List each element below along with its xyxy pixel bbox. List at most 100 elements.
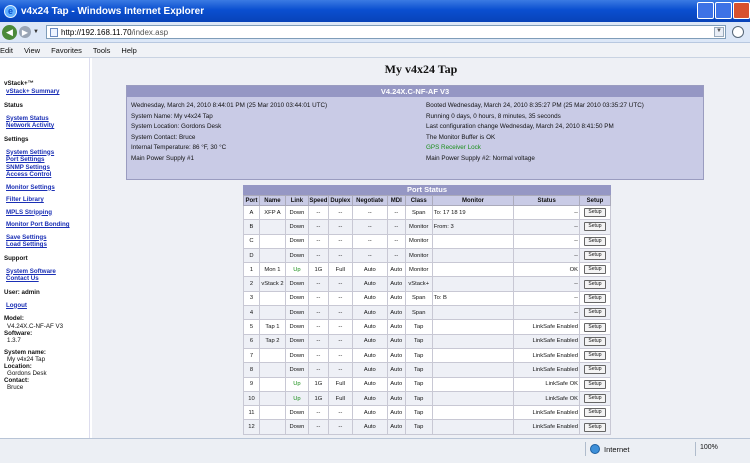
setup-button[interactable]: Setup xyxy=(583,251,606,261)
power-supply-1: Main Power Supply #1 xyxy=(131,154,195,162)
logout-link[interactable]: Logout xyxy=(6,302,89,310)
address-dropdown-icon[interactable]: ▼ xyxy=(714,27,724,37)
system-name: System Name: My v4x24 Tap xyxy=(131,112,213,120)
setup-button[interactable]: Setup xyxy=(583,408,606,418)
table-cell: 1G xyxy=(307,390,329,407)
address-input[interactable]: http://192.168.11.70/index.asp ▼ xyxy=(46,25,726,39)
table-cell: D xyxy=(243,247,260,264)
history-dropdown-icon[interactable]: ▼ xyxy=(33,29,39,35)
port-status-panel: Port Status Port Name Link Speed Duplex Negot… xyxy=(243,185,612,435)
sidebar-link-system-settings[interactable]: System Settings xyxy=(6,149,89,157)
table-cell: Monitor xyxy=(404,233,433,249)
sidebar-link-access-control[interactable]: Access Control xyxy=(6,171,89,179)
sidebar-link-monitor-settings[interactable]: Monitor Settings xyxy=(6,184,89,192)
setup-cell: Setup xyxy=(578,333,612,349)
software-value: 1.3.7 xyxy=(7,337,21,344)
globe-icon xyxy=(590,444,600,454)
search-icon[interactable] xyxy=(732,26,744,38)
setup-button[interactable]: Setup xyxy=(583,236,606,246)
support-heading: Support xyxy=(4,254,28,262)
setup-cell: Setup xyxy=(578,247,612,264)
table-cell: 2 xyxy=(243,276,260,292)
forward-arrow-icon[interactable]: ▶ xyxy=(19,26,31,38)
setup-cell: Setup xyxy=(578,305,612,321)
setup-button[interactable]: Setup xyxy=(583,279,606,289)
ie-logo-icon: e xyxy=(4,4,17,18)
setup-button[interactable]: Setup xyxy=(583,308,606,318)
table-row: 6 Tap 2 Down -- -- Auto Auto Tap LinkSafe Enable… xyxy=(243,333,612,349)
setup-button[interactable]: Setup xyxy=(583,422,606,432)
setup-button[interactable]: Setup xyxy=(583,322,606,332)
sidebar-link-contact-us[interactable]: Contact Us xyxy=(6,275,89,283)
column-header: Link xyxy=(284,195,309,206)
setup-button[interactable]: Setup xyxy=(583,265,606,275)
maximize-button[interactable] xyxy=(715,2,732,19)
sidebar-link-summary[interactable]: vStack+ Summary xyxy=(6,88,89,96)
contact-value: Bruce xyxy=(7,384,24,391)
column-header: Setup xyxy=(578,195,612,206)
table-cell: Span xyxy=(404,290,433,307)
address-toolbar: ◀ ▶ ▼ http://192.168.11.70/index.asp ▼ xyxy=(0,22,750,43)
status-bar: Internet 100% xyxy=(0,438,750,463)
column-header: Monitor xyxy=(431,195,515,206)
sidebar-link-snmp-settings[interactable]: SNMP Settings xyxy=(6,164,89,172)
setup-button[interactable]: Setup xyxy=(583,394,606,403)
table-row: 3 Down -- -- Auto Auto Span To: B -- Setup xyxy=(243,290,612,307)
table-cell: -- xyxy=(307,333,329,349)
setup-button[interactable]: Setup xyxy=(583,365,606,375)
column-header: Duplex xyxy=(327,195,353,206)
setup-button[interactable]: Setup xyxy=(583,293,606,303)
sidebar-link-system-software[interactable]: System Software xyxy=(6,268,89,276)
table-cell: Tap xyxy=(404,362,433,378)
setup-button[interactable]: Setup xyxy=(583,379,606,389)
table-cell: A xyxy=(243,204,260,221)
table-cell: -- xyxy=(307,219,329,235)
menu-help[interactable]: Help xyxy=(121,46,136,55)
table-cell: Down xyxy=(284,405,309,421)
sidebar-link-load-settings[interactable]: Load Settings xyxy=(6,241,89,249)
table-cell: Monitor xyxy=(404,247,433,264)
minimize-button[interactable] xyxy=(697,2,714,19)
menu-edit[interactable]: Edit xyxy=(0,46,13,55)
zoom-level[interactable]: 100% xyxy=(700,444,718,451)
sidebar-link-port-bonding[interactable]: Monitor Port Bonding xyxy=(6,221,89,229)
uptime: Running 0 days, 0 hours, 8 minutes, 35 s… xyxy=(426,112,561,120)
table-cell: Auto xyxy=(351,362,388,378)
setup-button[interactable]: Setup xyxy=(583,336,606,346)
table-cell: Down xyxy=(284,333,309,349)
column-header: Name xyxy=(258,195,286,206)
sidebar-link-mpls-stripping[interactable]: MPLS Stripping xyxy=(6,209,89,217)
menu-favorites[interactable]: Favorites xyxy=(51,46,82,55)
sidebar-link-network-activity[interactable]: Network Activity xyxy=(6,122,89,130)
menu-view[interactable]: View xyxy=(24,46,40,55)
system-info-left: Wednesday, March 24, 2010 8:44:01 PM (25… xyxy=(131,101,327,165)
table-cell xyxy=(258,305,286,321)
page-title: My v4x24 Tap xyxy=(384,62,458,76)
sidebar-link-system-status[interactable]: System Status xyxy=(6,115,89,123)
window-title: v4x24 Tap - Windows Internet Explorer xyxy=(21,5,205,17)
menu-tools[interactable]: Tools xyxy=(93,46,111,55)
table-cell: LinkSafe Enabled xyxy=(513,405,580,421)
table-cell xyxy=(431,347,515,364)
setup-button[interactable]: Setup xyxy=(583,208,606,218)
table-cell: LinkSafe OK xyxy=(513,390,580,407)
location-label: Location: xyxy=(4,363,32,370)
setup-button[interactable]: Setup xyxy=(583,222,606,232)
table-cell: Auto xyxy=(351,262,388,278)
table-cell: 6 xyxy=(243,333,260,349)
close-button[interactable] xyxy=(733,2,750,19)
sidebar-link-port-settings[interactable]: Port Settings xyxy=(6,156,89,164)
table-cell: -- xyxy=(327,276,353,292)
table-cell: -- xyxy=(307,319,329,335)
back-arrow-icon[interactable]: ◀ xyxy=(2,24,17,40)
sidebar-link-filter-library[interactable]: Filter Library xyxy=(6,196,89,204)
table-cell: -- xyxy=(307,347,329,364)
table-cell: Auto xyxy=(351,405,388,421)
setup-button[interactable]: Setup xyxy=(583,351,606,361)
table-cell: Up xyxy=(284,262,309,278)
table-cell: Full xyxy=(327,376,353,392)
sidebar-link-save-settings[interactable]: Save Settings xyxy=(6,234,89,242)
last-config-change: Last configuration change Wednesday, Mar… xyxy=(426,123,614,131)
table-cell: -- xyxy=(513,290,580,307)
power-supply-2: Main Power Supply #2: Normal voltage xyxy=(426,154,535,162)
